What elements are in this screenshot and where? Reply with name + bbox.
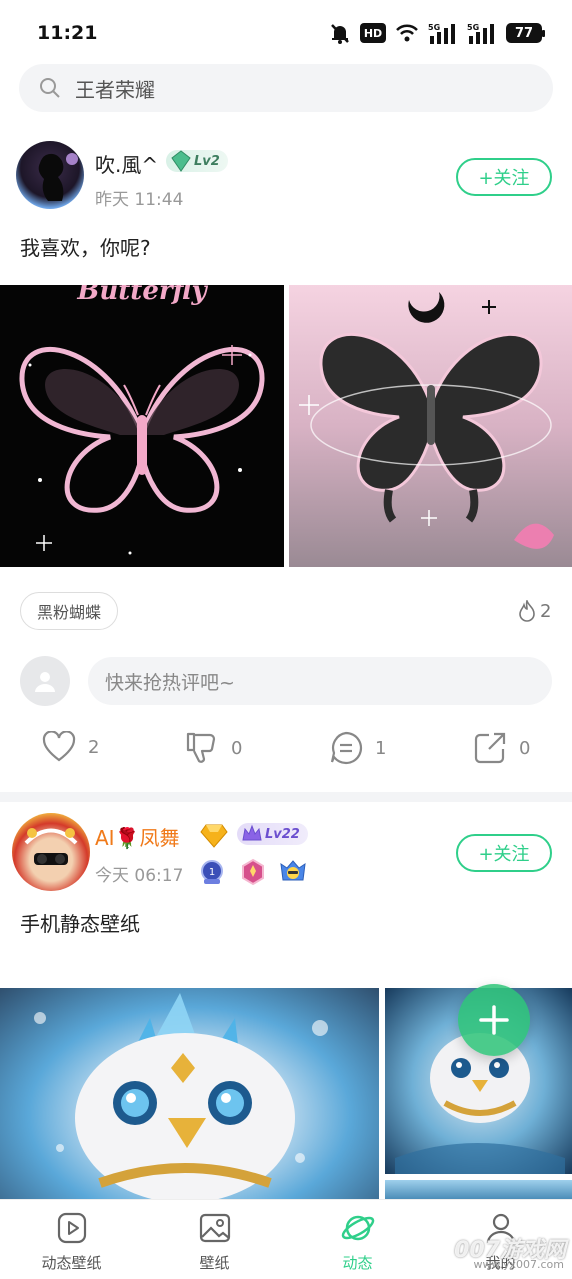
crown-icon — [242, 824, 262, 841]
post-divider — [0, 792, 572, 802]
medal-pink-icon — [242, 858, 264, 886]
comment-icon — [330, 731, 363, 765]
post-time: 今天 06:17 — [95, 866, 184, 886]
follow-button[interactable]: +关注 — [456, 834, 552, 872]
svg-text:1: 1 — [209, 867, 215, 878]
diamond-icon — [200, 824, 228, 848]
level-badge: Lv2 — [166, 150, 228, 172]
planet-icon — [341, 1215, 374, 1241]
post-image-1[interactable]: Butterfly — [0, 285, 284, 567]
battery-icon: 77 — [506, 23, 545, 43]
signal-5g-icon: 5G — [428, 23, 455, 44]
dislike-count: 0 — [231, 737, 243, 759]
search-bar[interactable]: 王者荣耀 — [19, 64, 553, 112]
lion-dance-avatar-icon — [24, 828, 78, 865]
tab-wallpaper[interactable]: 壁纸 — [143, 1200, 286, 1279]
username[interactable]: 吹.風^ — [95, 149, 158, 178]
like-button[interactable]: 2 — [42, 731, 99, 763]
fire-icon — [519, 600, 535, 622]
heart-icon — [42, 731, 76, 762]
level-label: Lv22 — [265, 826, 300, 842]
image-icon — [199, 1213, 230, 1243]
share-button[interactable]: 0 — [473, 731, 530, 765]
avatar[interactable] — [16, 141, 84, 209]
post-time: 昨天 11:44 — [95, 190, 184, 210]
bird-wallpaper-large — [34, 993, 328, 1199]
svg-text:5G: 5G — [467, 23, 479, 32]
wifi-icon — [396, 24, 418, 42]
tab-label: 壁纸 — [199, 1254, 230, 1272]
like-count: 2 — [88, 736, 100, 758]
avatar[interactable] — [12, 813, 90, 891]
post-text: 手机静态壁纸 — [20, 912, 140, 936]
medal-blue-icon: 1 — [201, 860, 223, 884]
avatar-silhouette-icon — [38, 153, 78, 201]
dislike-button[interactable]: 0 — [185, 731, 242, 765]
share-count: 0 — [519, 737, 531, 759]
medal-emoji-icon — [280, 860, 306, 881]
status-time: 11:21 — [37, 22, 98, 44]
tab-label: 动态 — [342, 1254, 373, 1272]
search-query: 王者荣耀 — [75, 77, 155, 102]
tab-feed[interactable]: 动态 — [286, 1200, 429, 1279]
search-icon — [40, 78, 60, 98]
comment-button[interactable]: 1 — [329, 731, 386, 765]
hot-counter: 2 — [517, 600, 551, 622]
hot-count: 2 — [540, 600, 552, 622]
watermark-url: www.yx007.com — [473, 1258, 564, 1271]
plus-icon — [479, 1005, 509, 1035]
my-avatar — [20, 656, 70, 706]
level-badge: Lv22 — [237, 823, 308, 845]
butterfly-image-dark: Butterfly — [19, 285, 265, 555]
topic-tag[interactable]: 黑粉蝴蝶 — [20, 592, 119, 630]
user-icon — [35, 672, 55, 692]
signal-5g-icon-2: 5G — [467, 23, 494, 44]
hd-icon: HD — [360, 23, 386, 43]
status-icons: HD 5G 5G 77 — [329, 22, 545, 44]
svg-text:5G: 5G — [428, 23, 440, 32]
share-icon — [474, 732, 506, 764]
username[interactable]: AI🌹凤舞 — [95, 822, 179, 851]
tab-live-wallpaper[interactable]: 动态壁纸 — [0, 1200, 143, 1279]
post-image-1[interactable] — [0, 988, 379, 1199]
level-label: Lv2 — [194, 153, 220, 169]
thumbs-down-icon — [186, 732, 216, 763]
mute-bell-icon — [331, 24, 349, 44]
gem-icon — [171, 150, 191, 172]
tab-label: 动态壁纸 — [41, 1254, 102, 1272]
post-image-3[interactable] — [385, 1180, 572, 1199]
follow-button[interactable]: +关注 — [456, 158, 552, 196]
status-bar: 11:21 HD 5G 5G 77 — [0, 0, 572, 64]
butterfly-image-pink — [299, 292, 554, 549]
post-image-2[interactable] — [289, 285, 572, 567]
add-post-button[interactable] — [458, 984, 530, 1056]
comment-input[interactable]: 快来抢热评吧~ — [88, 657, 552, 705]
comment-count: 1 — [375, 737, 387, 759]
play-icon — [57, 1212, 86, 1244]
post-text: 我喜欢，你呢? — [20, 236, 151, 260]
svg-text:Butterfly: Butterfly — [76, 285, 208, 306]
